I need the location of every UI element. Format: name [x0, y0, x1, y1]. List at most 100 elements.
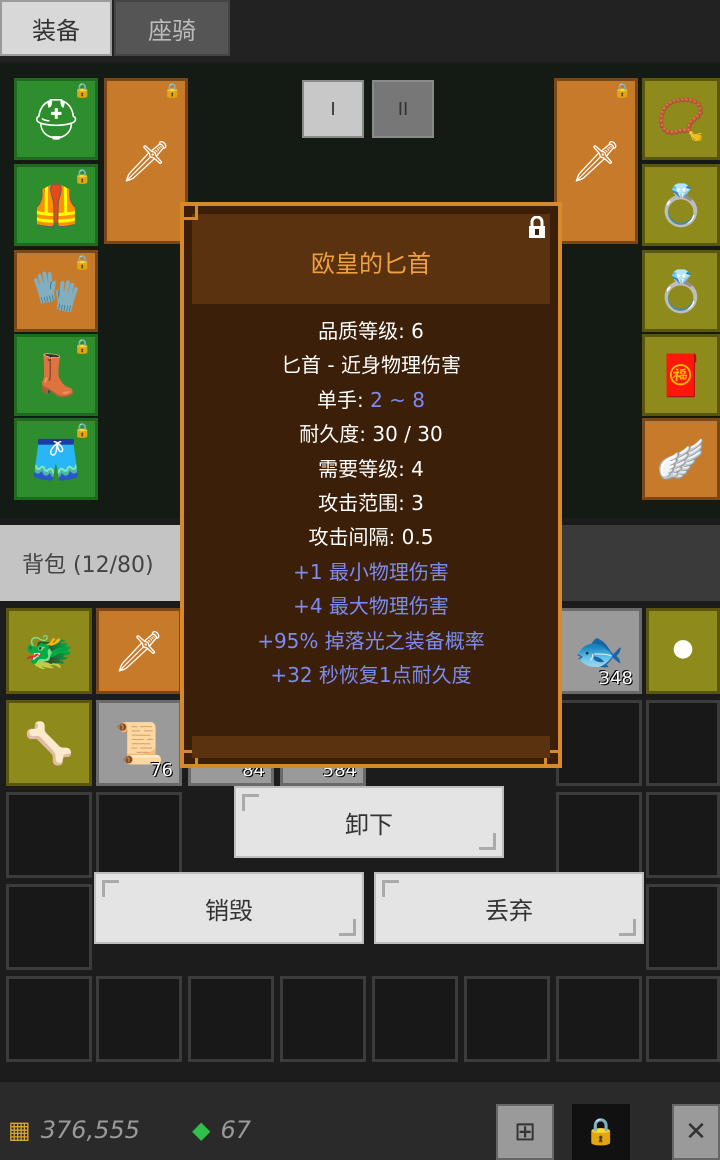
dagger-icon: 🗡 — [120, 138, 172, 185]
bag-slot[interactable] — [646, 792, 720, 878]
bonus-stat: +4 最大物理伤害 — [293, 594, 449, 619]
page-tab-2[interactable]: II — [372, 80, 434, 138]
bag-slot[interactable]: 🦴 — [6, 700, 92, 786]
offhand-weapon-slot[interactable]: 🔒 🗡 — [554, 78, 638, 244]
trinket-slot[interactable]: 🧧 — [642, 334, 720, 416]
necklace-icon: 📿 — [656, 96, 706, 143]
corner-decoration — [339, 919, 356, 936]
dagger-icon: 🗡 — [113, 628, 165, 675]
bonus-stat: +32 秒恢复1点耐久度 — [270, 662, 472, 687]
quality-level: 品质等级: 6 — [318, 319, 424, 343]
page-tab-1[interactable]: I — [302, 80, 364, 138]
close-icon: ✕ — [685, 1117, 707, 1147]
bag-slot[interactable]: ⚫ — [646, 608, 720, 694]
close-button[interactable]: ✕ — [672, 1104, 720, 1160]
bag-slot[interactable] — [646, 884, 720, 970]
gold-amount: 376,555 — [40, 1116, 140, 1144]
gem-display: ◆ 67 — [192, 1116, 251, 1144]
glove-icon: 🧤 — [31, 268, 81, 315]
bag-slot[interactable] — [556, 976, 642, 1062]
ring-icon: 💍 — [656, 182, 706, 229]
orb-icon: ⚫ — [666, 628, 700, 674]
bag-slot[interactable] — [646, 976, 720, 1062]
unequip-label: 卸下 — [345, 810, 393, 839]
tab-mount[interactable]: 座骑 — [114, 0, 230, 56]
dragon-head-icon: 🐲 — [24, 628, 74, 675]
bag-slot[interactable] — [96, 976, 182, 1062]
pants-icon: 🩳 — [31, 436, 81, 483]
corner-decoration — [619, 919, 636, 936]
tooltip-footer — [192, 736, 550, 758]
corner-decoration — [382, 880, 399, 897]
bag-slot[interactable] — [188, 976, 274, 1062]
item-count: 76 — [150, 760, 173, 781]
corner-decoration — [479, 833, 496, 850]
item-type: 匕首 - 近身物理伤害 — [281, 353, 461, 378]
corner-ornament — [180, 202, 198, 220]
onehand-value: 2 ~ 8 — [370, 387, 426, 412]
gem-amount: 67 — [220, 1116, 252, 1144]
lock-button[interactable]: 🔒 — [572, 1104, 630, 1160]
bag-slot[interactable]: 🗡 — [96, 608, 182, 694]
talisman-icon: 🧧 — [656, 352, 706, 399]
bag-slot[interactable] — [6, 792, 92, 878]
attack-interval: 攻击间隔: 0.5 — [308, 525, 434, 550]
onehand-damage: 单手: 2 ~ 8 — [184, 383, 558, 417]
destroy-button[interactable]: 销毁 — [94, 872, 364, 944]
necklace-slot[interactable]: 📿 — [642, 78, 720, 160]
wings-icon: 🪽 — [656, 436, 706, 483]
gem-icon: ◆ — [192, 1116, 211, 1144]
wings-slot[interactable]: 🪽 — [642, 418, 720, 500]
corner-decoration — [102, 880, 119, 897]
bag-slot[interactable] — [464, 976, 550, 1062]
bag-slot[interactable]: 🐲 — [6, 608, 92, 694]
discard-button[interactable]: 丢弃 — [374, 872, 644, 944]
bag-slot[interactable] — [280, 976, 366, 1062]
item-count: 348 — [598, 668, 633, 689]
corner-decoration — [242, 794, 259, 811]
pants-slot[interactable]: 🔒 🩳 — [14, 418, 98, 500]
bag-slot[interactable] — [646, 700, 720, 786]
helmet-slot[interactable]: 🔒 ⛑ — [14, 78, 98, 160]
armor-icon: 🦺 — [31, 182, 81, 229]
tab-equipment[interactable]: 装备 — [0, 0, 112, 56]
bag-slot[interactable] — [556, 792, 642, 878]
item-name: 欧皇的匕首 — [311, 250, 431, 278]
ring-icon: 💍 — [656, 268, 706, 315]
gold-coins-icon: ▦ — [8, 1116, 31, 1144]
gloves-slot[interactable]: 🔒 🧤 — [14, 250, 98, 332]
onehand-label: 单手: — [316, 387, 371, 412]
lock-icon: 🔒 — [584, 1117, 618, 1147]
ring-slot-2[interactable]: 💍 — [642, 250, 720, 332]
bone-icon: 🦴 — [24, 720, 74, 767]
tooltip-stats: 品质等级: 6 匕首 - 近身物理伤害 单手: 2 ~ 8 耐久度: 30 / … — [184, 314, 558, 692]
discard-label: 丢弃 — [485, 896, 533, 925]
grid-icon: ⊞ — [514, 1117, 536, 1147]
grid-sort-button[interactable]: ⊞ — [496, 1104, 554, 1160]
bag-slot[interactable] — [556, 700, 642, 786]
backpack-tab[interactable]: 背包 (12/80) — [0, 525, 180, 601]
required-level: 需要等级: 4 — [318, 456, 424, 481]
durability: 耐久度: 30 / 30 — [299, 422, 443, 447]
dagger-icon: 🗡 — [570, 138, 622, 185]
helmet-icon: ⛑ — [30, 96, 82, 143]
bag-slot[interactable]: 🐟 348 — [556, 608, 642, 694]
gold-display: ▦ 376,555 — [8, 1116, 140, 1144]
destroy-label: 销毁 — [205, 896, 253, 925]
boots-icon: 👢 — [31, 352, 81, 399]
main-weapon-slot[interactable]: 🔒 🗡 — [104, 78, 188, 244]
bonus-stat: +1 最小物理伤害 — [293, 559, 449, 584]
bag-slot[interactable] — [6, 884, 92, 970]
lock-icon[interactable] — [526, 216, 548, 240]
bonus-stat: +95% 掉落光之装备概率 — [257, 628, 485, 653]
boots-slot[interactable]: 🔒 👢 — [14, 334, 98, 416]
bag-slot[interactable] — [372, 976, 458, 1062]
attack-range: 攻击范围: 3 — [318, 490, 424, 515]
bag-slot[interactable] — [96, 792, 182, 878]
bag-slot[interactable]: 📜 76 — [96, 700, 182, 786]
bag-slot[interactable] — [6, 976, 92, 1062]
unequip-button[interactable]: 卸下 — [234, 786, 504, 858]
item-tooltip: 欧皇的匕首 品质等级: 6 匕首 - 近身物理伤害 单手: 2 ~ 8 耐久度:… — [180, 202, 562, 768]
ring-slot-1[interactable]: 💍 — [642, 164, 720, 246]
armor-slot[interactable]: 🔒 🦺 — [14, 164, 98, 246]
